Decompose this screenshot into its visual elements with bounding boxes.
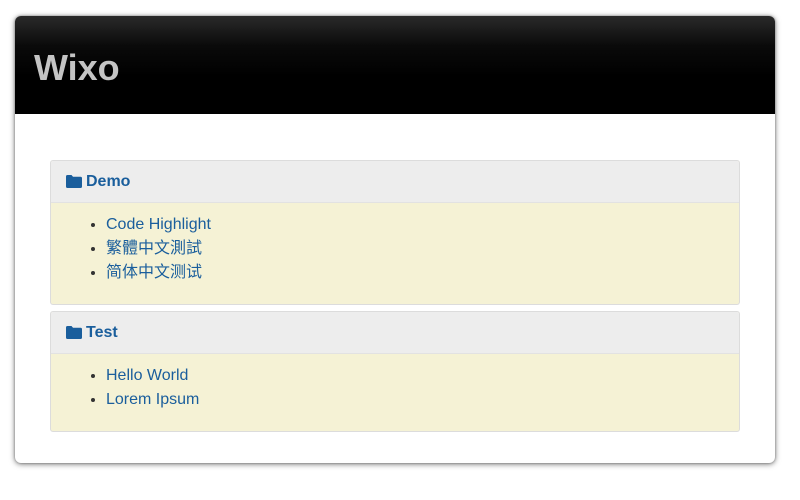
list-item: 繁體中文測試 [106,237,739,261]
post-link[interactable]: Code Highlight [106,216,211,233]
site-title[interactable]: Wixo [34,47,120,89]
post-link[interactable]: Hello World [106,367,188,384]
list-item: Lorem Ipsum [106,388,739,412]
post-link[interactable]: Lorem Ipsum [106,391,199,408]
category-heading-demo: Demo [51,161,739,203]
list-item: Hello World [106,364,739,388]
category-list: Demo Code Highlight 繁體中文測試 简体中文测试 Test [50,160,740,438]
category-title[interactable]: Demo [86,173,130,191]
category-panel-test: Test Hello World Lorem Ipsum [50,311,740,432]
category-panel-demo: Demo Code Highlight 繁體中文測試 简体中文测试 [50,160,740,305]
post-link[interactable]: 繁體中文測試 [106,240,202,257]
post-list: Code Highlight 繁體中文測試 简体中文测试 [51,203,739,304]
site-header: Wixo [15,16,775,114]
category-body-test: Hello World Lorem Ipsum [51,354,739,431]
post-link[interactable]: 简体中文测试 [106,264,202,281]
list-item: Code Highlight [106,213,739,237]
post-list: Hello World Lorem Ipsum [51,354,739,431]
folder-icon [66,174,82,188]
folder-icon [66,325,82,339]
category-body-demo: Code Highlight 繁體中文測試 简体中文测试 [51,203,739,304]
category-heading-test: Test [51,312,739,354]
category-title[interactable]: Test [86,324,118,342]
page-card: Wixo Demo Code Highlight 繁體中文測試 简体中文测试 [15,16,775,463]
list-item: 简体中文测试 [106,261,739,285]
